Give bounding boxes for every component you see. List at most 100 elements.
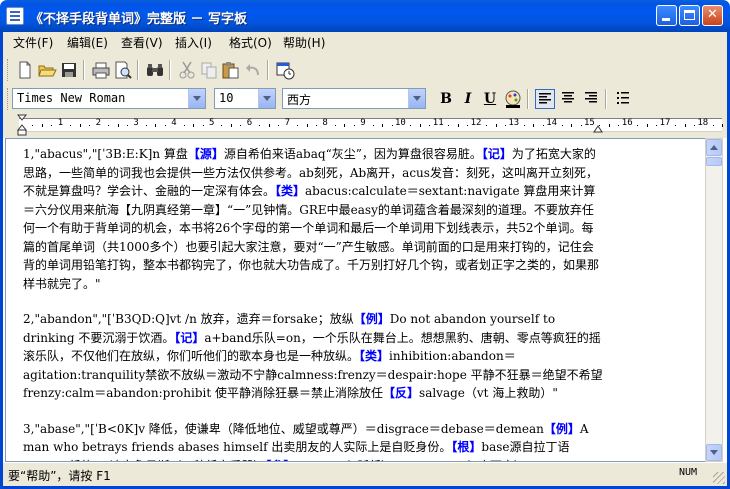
- ruler-dot: [202, 125, 204, 126]
- paste-icon[interactable]: [221, 60, 241, 80]
- ruler-tick: [193, 124, 195, 127]
- ruler-dot: [523, 125, 525, 126]
- document-run: 1,"abacus","[ˈ3B:E:K]n 算盘: [23, 147, 188, 161]
- script-select[interactable]: 西方: [282, 88, 426, 109]
- document-paragraph[interactable]: 3,"abase","[ˈB<0K]v 降低，使谦卑（降低地位、威望或尊严）＝d…: [23, 420, 603, 462]
- section-marker: 【例】: [353, 312, 390, 326]
- chevron-down-icon[interactable]: [258, 89, 275, 108]
- bold-button[interactable]: B: [436, 89, 456, 109]
- cut-icon[interactable]: [177, 60, 197, 80]
- ruler-dot: [618, 125, 620, 126]
- toolbar-grip[interactable]: [7, 88, 10, 110]
- menu-view[interactable]: 查看(V): [121, 34, 163, 51]
- document-text[interactable]: 1,"abacus","[ˈ3B:E:K]n 算盘【源】源自希伯来语abaq“灰…: [23, 145, 603, 462]
- right-indent-marker[interactable]: [593, 124, 605, 136]
- ruler-tick: [306, 124, 308, 127]
- align-left-button[interactable]: [535, 89, 555, 109]
- scroll-down-button[interactable]: [706, 444, 722, 461]
- document-run: 2,"abandon","[ˈB3QD:Q]vt /n 放弃，遗弃＝forsak…: [23, 312, 354, 326]
- wordpad-app-icon[interactable]: [6, 7, 24, 25]
- open-icon[interactable]: [37, 60, 57, 80]
- ruler-dot: [656, 125, 658, 126]
- ruler-dot: [486, 125, 488, 126]
- ruler-dot: [70, 125, 72, 126]
- vertical-scrollbar[interactable]: [705, 138, 723, 462]
- undo-icon[interactable]: [243, 60, 263, 80]
- ruler-dot: [504, 125, 506, 126]
- new-icon[interactable]: [15, 60, 35, 80]
- ruler-number: 8: [322, 118, 328, 128]
- close-button[interactable]: ✕: [702, 5, 723, 26]
- chevron-down-icon[interactable]: [408, 89, 425, 108]
- toolbar-grip[interactable]: [7, 59, 10, 81]
- status-help-text: 要“帮助”，请按 F1: [8, 469, 111, 483]
- italic-button[interactable]: I: [458, 89, 478, 109]
- underline-button[interactable]: U: [480, 89, 500, 109]
- align-center-button[interactable]: [558, 89, 578, 109]
- ruler-dot: [580, 125, 582, 126]
- font-name-select[interactable]: Times New Roman: [12, 88, 206, 109]
- section-marker: 【反】: [383, 386, 420, 400]
- document-area[interactable]: 1,"abacus","[ˈ3B:E:K]n 算盘【源】源自希伯来语abaq“灰…: [5, 138, 705, 462]
- copy-icon[interactable]: [199, 60, 219, 80]
- datetime-icon[interactable]: [275, 60, 295, 80]
- print-icon[interactable]: [91, 60, 111, 80]
- align-left-icon: [539, 93, 551, 104]
- ruler-tick: [495, 124, 497, 127]
- ruler-tick: [571, 124, 573, 127]
- scroll-up-button[interactable]: [706, 139, 722, 156]
- minimize-button[interactable]: [656, 5, 677, 26]
- ruler-tick: [41, 124, 43, 127]
- section-marker: 【类】: [275, 184, 306, 198]
- ruler-number: 16: [621, 118, 633, 128]
- ruler-tick: [608, 124, 610, 127]
- toolbar-separator: [267, 60, 269, 80]
- toolbar-separator: [137, 60, 139, 80]
- ruler-dot: [221, 125, 223, 126]
- toolbar-separator: [605, 89, 607, 109]
- toolbar-separator: [169, 60, 171, 80]
- ruler-number: 10: [395, 118, 406, 128]
- save-icon[interactable]: [59, 60, 79, 80]
- ruler-number: 13: [508, 118, 520, 128]
- title-bar: 《不择手段背单词》完整版 － 写字板 ✕: [0, 0, 730, 32]
- ruler-strip[interactable]: 1 2 3 4 5 6 7 8 9 10 11 12 13 14 15 16 17 18: [19, 118, 724, 132]
- ruler-dot: [693, 125, 695, 126]
- menu-format[interactable]: 格式(O): [229, 34, 272, 51]
- bullets-button[interactable]: [613, 89, 633, 109]
- ruler-tick: [155, 124, 157, 127]
- menu-insert[interactable]: 插入(I): [175, 34, 212, 51]
- align-right-button[interactable]: [581, 89, 601, 109]
- menu-edit[interactable]: 编辑(E): [67, 34, 108, 51]
- menu-file[interactable]: 文件(F): [13, 34, 53, 51]
- ruler-tick: [382, 124, 384, 127]
- ruler[interactable]: 1 2 3 4 5 6 7 8 9 10 11 12 13 14 15 16 17 18: [3, 114, 727, 136]
- font-name-value: Times New Roman: [17, 91, 126, 105]
- maximize-button[interactable]: [679, 5, 700, 26]
- ruler-tick: [117, 124, 119, 127]
- ruler-number: 18: [697, 118, 709, 128]
- ruler-number: 1: [57, 118, 64, 128]
- ruler-number: 17: [659, 118, 671, 128]
- ruler-dot: [561, 125, 563, 126]
- ruler-tick: [646, 124, 648, 127]
- find-icon[interactable]: [145, 60, 165, 80]
- left-indent-marker[interactable]: [17, 114, 29, 136]
- ruler-dot: [259, 125, 261, 126]
- ruler-dot: [448, 125, 450, 126]
- menu-help[interactable]: 帮助(H): [283, 34, 325, 51]
- color-icon[interactable]: [503, 89, 523, 109]
- ruler-dot: [32, 125, 34, 126]
- ruler-dot: [297, 125, 299, 126]
- ruler-dot: [108, 125, 110, 126]
- ruler-number: 4: [171, 118, 177, 128]
- chevron-down-icon[interactable]: [188, 89, 205, 108]
- document-paragraph[interactable]: 1,"abacus","[ˈ3B:E:K]n 算盘【源】源自希伯来语abaq“灰…: [23, 145, 603, 293]
- resize-grip-icon[interactable]: [713, 472, 725, 484]
- scroll-thumb[interactable]: [706, 157, 722, 166]
- print-preview-icon[interactable]: [113, 60, 133, 80]
- document-paragraph[interactable]: 2,"abandon","[ˈB3QD:Q]vt /n 放弃，遗弃＝forsak…: [23, 310, 603, 403]
- ruler-tick: [533, 124, 535, 127]
- minimize-icon: [662, 18, 670, 21]
- font-size-select[interactable]: 10: [214, 88, 276, 109]
